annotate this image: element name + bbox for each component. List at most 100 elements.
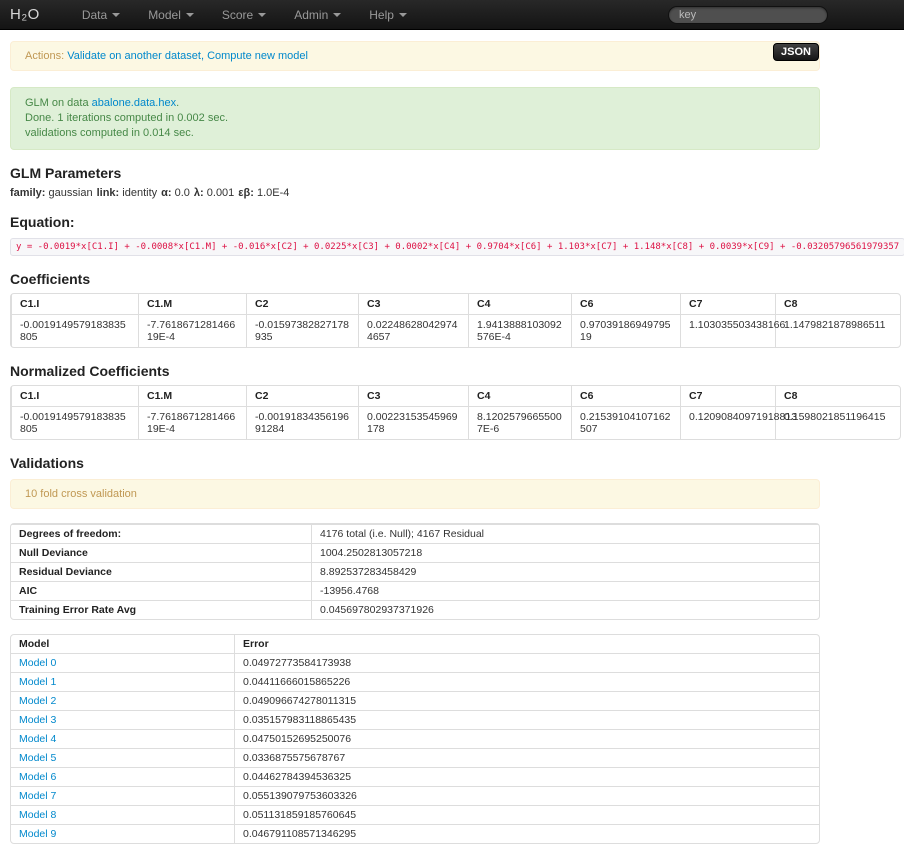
validation-stat-value: -13956.4768 bbox=[311, 581, 819, 600]
models-header-row: Model Error bbox=[11, 635, 819, 653]
model-error-value: 0.055139079753603326 bbox=[234, 786, 819, 805]
validation-stat-value: 1004.2502813057218 bbox=[311, 543, 819, 562]
h2o-logo[interactable]: H₂O bbox=[10, 6, 40, 23]
validation-stats-table: Degrees of freedom: 4176 total (i.e. Nul… bbox=[10, 523, 820, 620]
equation-code: y = -0.0019*x[C1.I] + -0.0008*x[C1.M] + … bbox=[10, 238, 904, 256]
model-link[interactable]: Model 6 bbox=[19, 771, 56, 783]
model-row: Model 3 0.035157983118865435 bbox=[11, 710, 819, 729]
model-link[interactable]: Model 7 bbox=[19, 790, 56, 802]
validation-stat-row: Residual Deviance 8.892537283458429 bbox=[11, 562, 819, 581]
validation-stat-label: Degrees of freedom: bbox=[11, 524, 311, 543]
nav-menu-label: Admin bbox=[294, 8, 328, 22]
model-error-value: 0.04750152695250076 bbox=[234, 729, 819, 748]
action-link[interactable]: Compute new model bbox=[201, 50, 308, 62]
status-line1-suffix: . bbox=[176, 97, 179, 109]
normalized-coefficients-table: C1.IC1.MC2C3C4C6C7C8 -0.0019149579183835… bbox=[10, 385, 901, 440]
validations-heading: Validations bbox=[10, 455, 820, 471]
model-error-value: 0.04972773584173938 bbox=[234, 653, 819, 672]
nav-menu-item[interactable]: Score bbox=[208, 0, 280, 29]
model-link[interactable]: Model 5 bbox=[19, 752, 56, 764]
model-row: Model 5 0.0336875575678767 bbox=[11, 748, 819, 767]
glm-parameters-heading: GLM Parameters bbox=[10, 165, 820, 181]
validation-stat-row: AIC -13956.4768 bbox=[11, 581, 819, 600]
chevron-down-icon bbox=[399, 13, 407, 17]
normalized-coefficients-table-wrap: C1.IC1.MC2C3C4C6C7C8 -0.0019149579183835… bbox=[10, 385, 904, 440]
validation-stat-value: 0.045697802937371926 bbox=[311, 600, 819, 619]
model-error-value: 0.046791108571346295 bbox=[234, 824, 819, 843]
glm-parameter-label: link: bbox=[97, 187, 120, 199]
json-button[interactable]: JSON bbox=[773, 43, 819, 61]
coefficient-value: 1.1479821878986511 bbox=[775, 314, 900, 347]
normalized-coefficients-column-header: C8 bbox=[775, 386, 900, 406]
coefficient-value: 1.9413888103092576E-4 bbox=[468, 314, 571, 347]
normalized-coefficients-column-header: C3 bbox=[358, 386, 468, 406]
nav-menu-label: Score bbox=[222, 8, 253, 22]
model-error-value: 0.04411666015865226 bbox=[234, 672, 819, 691]
model-link[interactable]: Model 1 bbox=[19, 676, 56, 688]
normalized-coefficients-column-header: C1.I bbox=[11, 386, 138, 406]
chevron-down-icon bbox=[333, 13, 341, 17]
nav-menu-label: Help bbox=[369, 8, 394, 22]
model-link[interactable]: Model 4 bbox=[19, 733, 56, 745]
normalized-coefficient-value: 0.21539104107162507 bbox=[571, 406, 680, 439]
chevron-down-icon bbox=[112, 13, 120, 17]
validation-stat-row: Training Error Rate Avg 0.04569780293737… bbox=[11, 600, 819, 619]
coefficients-column-header: C1.M bbox=[138, 294, 246, 314]
coefficients-column-header: C2 bbox=[246, 294, 358, 314]
glm-parameter: family: gaussian bbox=[10, 187, 97, 199]
coefficient-value: -0.01597382827178935 bbox=[246, 314, 358, 347]
status-line1-prefix: GLM on data bbox=[25, 97, 92, 109]
key-search-input[interactable] bbox=[668, 6, 828, 24]
normalized-coefficients-column-header: C7 bbox=[680, 386, 775, 406]
coefficient-value: -0.0019149579183835805 bbox=[11, 314, 138, 347]
model-error-value: 0.051131859185760645 bbox=[234, 805, 819, 824]
normalized-coefficients-column-header: C1.M bbox=[138, 386, 246, 406]
model-link[interactable]: Model 9 bbox=[19, 828, 56, 840]
coefficients-header-row: C1.IC1.MC2C3C4C6C7C8 bbox=[11, 294, 900, 314]
nav-menu-label: Data bbox=[82, 8, 107, 22]
coefficients-column-header: C8 bbox=[775, 294, 900, 314]
nav-menu-item[interactable]: Admin bbox=[280, 0, 355, 29]
chevron-down-icon bbox=[186, 13, 194, 17]
coefficient-value: 1.103035503438166 bbox=[680, 314, 775, 347]
validation-stat-label: Residual Deviance bbox=[11, 562, 311, 581]
status-line-3: validations computed in 0.014 sec. bbox=[25, 126, 805, 141]
glm-parameter: λ: 0.001 bbox=[194, 187, 238, 199]
model-error-value: 0.035157983118865435 bbox=[234, 710, 819, 729]
model-row: Model 4 0.04750152695250076 bbox=[11, 729, 819, 748]
status-line-2: Done. 1 iterations computed in 0.002 sec… bbox=[25, 111, 805, 126]
equation-heading: Equation: bbox=[10, 214, 820, 230]
coefficients-heading: Coefficients bbox=[10, 271, 820, 287]
nav-menu: Data Model Score Admin Help bbox=[68, 0, 421, 29]
normalized-coefficients-column-header: C6 bbox=[571, 386, 680, 406]
dataset-link[interactable]: abalone.data.hex bbox=[92, 97, 176, 109]
model-link[interactable]: Model 2 bbox=[19, 695, 56, 707]
model-link[interactable]: Model 0 bbox=[19, 657, 56, 669]
models-column-header: Model bbox=[11, 635, 234, 653]
model-link[interactable]: Model 3 bbox=[19, 714, 56, 726]
coefficients-table: C1.IC1.MC2C3C4C6C7C8 -0.0019149579183835… bbox=[10, 293, 901, 348]
coefficients-column-header: C1.I bbox=[11, 294, 138, 314]
nav-menu-item[interactable]: Data bbox=[68, 0, 134, 29]
normalized-coefficients-column-header: C4 bbox=[468, 386, 571, 406]
model-error-value: 0.0336875575678767 bbox=[234, 748, 819, 767]
model-row: Model 1 0.04411666015865226 bbox=[11, 672, 819, 691]
validation-stat-row: Null Deviance 1004.2502813057218 bbox=[11, 543, 819, 562]
model-row: Model 8 0.051131859185760645 bbox=[11, 805, 819, 824]
error-column-header: Error bbox=[234, 635, 819, 653]
glm-parameter-label: α: bbox=[161, 187, 171, 199]
nav-menu-item[interactable]: Model bbox=[134, 0, 208, 29]
model-error-value: 0.049096674278011315 bbox=[234, 691, 819, 710]
normalized-coefficients-value-row: -0.0019149579183835805-7.761867128146619… bbox=[11, 406, 900, 439]
model-row: Model 9 0.046791108571346295 bbox=[11, 824, 819, 843]
action-link[interactable]: Validate on another dataset bbox=[67, 50, 201, 62]
actions-label: Actions: bbox=[25, 50, 64, 62]
validation-stat-value: 8.892537283458429 bbox=[311, 562, 819, 581]
normalized-coefficient-value: 0.12090840971918813 bbox=[680, 406, 775, 439]
model-link[interactable]: Model 8 bbox=[19, 809, 56, 821]
coefficients-column-header: C6 bbox=[571, 294, 680, 314]
cross-validation-note: 10 fold cross validation bbox=[10, 479, 820, 509]
glm-parameter-value: gaussian bbox=[49, 187, 93, 199]
normalized-coefficient-value: -0.0019149579183835805 bbox=[11, 406, 138, 439]
nav-menu-item[interactable]: Help bbox=[355, 0, 421, 29]
